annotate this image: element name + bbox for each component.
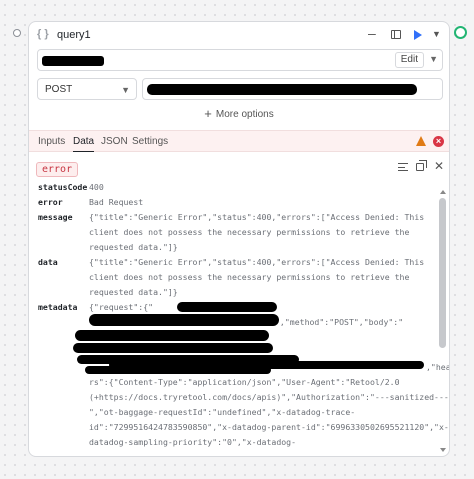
redaction — [89, 314, 279, 326]
row-value: client does not possess the necessary pe… — [89, 227, 410, 237]
row-value: (+https://docs.tryretool.com/docs/apis)"… — [89, 392, 449, 402]
method-select[interactable]: POST ▼ — [37, 78, 137, 100]
redaction — [73, 343, 273, 353]
query-name[interactable]: query1 — [57, 29, 91, 41]
scroll-thumb[interactable] — [439, 198, 446, 348]
url-input[interactable] — [142, 78, 443, 100]
minus-icon[interactable]: – — [368, 25, 376, 41]
row-key: error — [38, 197, 63, 207]
row-value: {"title":"Generic Error","status":400,"e… — [89, 257, 425, 267]
status-indicator-icon — [454, 26, 467, 39]
more-options-button[interactable]: + More options — [29, 106, 449, 121]
tab-data[interactable]: Data — [73, 136, 95, 152]
status-badge: error — [36, 162, 79, 177]
result-pane: error ✕ statusCode 400 error Bad Request… — [29, 154, 449, 456]
more-options-label: More options — [215, 109, 274, 120]
result-tabs: Inputs Data JSON Settings × — [29, 130, 449, 152]
panel-icon[interactable] — [391, 30, 401, 39]
redacted-url — [147, 84, 417, 95]
format-icon[interactable] — [398, 163, 408, 171]
error-icon[interactable]: × — [433, 136, 444, 147]
row-key: data — [38, 257, 58, 267]
chevron-down-icon[interactable]: ▼ — [432, 29, 441, 39]
method-value: POST — [45, 84, 73, 95]
scroll-up-icon[interactable] — [440, 190, 446, 194]
redaction — [109, 361, 424, 369]
play-icon[interactable] — [414, 30, 422, 40]
row-value: Bad Request — [89, 197, 144, 207]
row-value: datadog-sampling-priority":"0","x-datado… — [89, 437, 297, 447]
chevron-down-icon[interactable]: ▼ — [429, 54, 438, 64]
row-value: id":"7299516424783590850","x-datadog-par… — [89, 422, 449, 432]
plus-icon: + — [204, 106, 212, 121]
edit-button[interactable]: Edit — [394, 52, 424, 68]
tab-inputs[interactable]: Inputs — [38, 136, 65, 151]
row-value: {"request":{" — [89, 302, 154, 312]
row-value: {"title":"Generic Error","status":400,"e… — [89, 212, 425, 222]
tab-json[interactable]: JSON — [101, 136, 128, 151]
chevron-down-icon: ▼ — [121, 85, 130, 95]
scroll-down-icon[interactable] — [440, 448, 446, 452]
braces-icon: { } — [37, 28, 49, 40]
row-value: ","method":"POST","body":" — [275, 317, 404, 327]
row-value: 400 — [89, 182, 104, 192]
row-value: requested data."]} — [89, 287, 178, 297]
query-header: { } query1 – ▼ — [29, 22, 449, 48]
redacted-resource-name — [42, 56, 104, 66]
row-value: requested data."]} — [89, 242, 178, 252]
close-icon[interactable]: ✕ — [434, 159, 444, 173]
row-value: ","ot-baggage-requestId":"undefined","x-… — [89, 407, 356, 417]
scrollbar[interactable] — [439, 190, 447, 452]
row-key: statusCode — [38, 182, 88, 192]
redaction — [75, 330, 269, 341]
redaction — [177, 302, 277, 312]
tab-settings[interactable]: Settings — [132, 136, 168, 151]
warning-icon[interactable] — [416, 136, 426, 146]
row-key: metadata — [38, 302, 78, 312]
left-connector-dot — [13, 29, 21, 37]
query-panel: { } query1 – ▼ Edit ▼ POST ▼ + More optio… — [28, 21, 450, 457]
row-value: client does not possess the necessary pe… — [89, 272, 410, 282]
open-external-icon[interactable] — [416, 160, 427, 171]
row-key: message — [38, 212, 73, 222]
resource-selector[interactable]: Edit ▼ — [37, 49, 443, 71]
row-value: rs":{"Content-Type":"application/json","… — [89, 377, 400, 387]
